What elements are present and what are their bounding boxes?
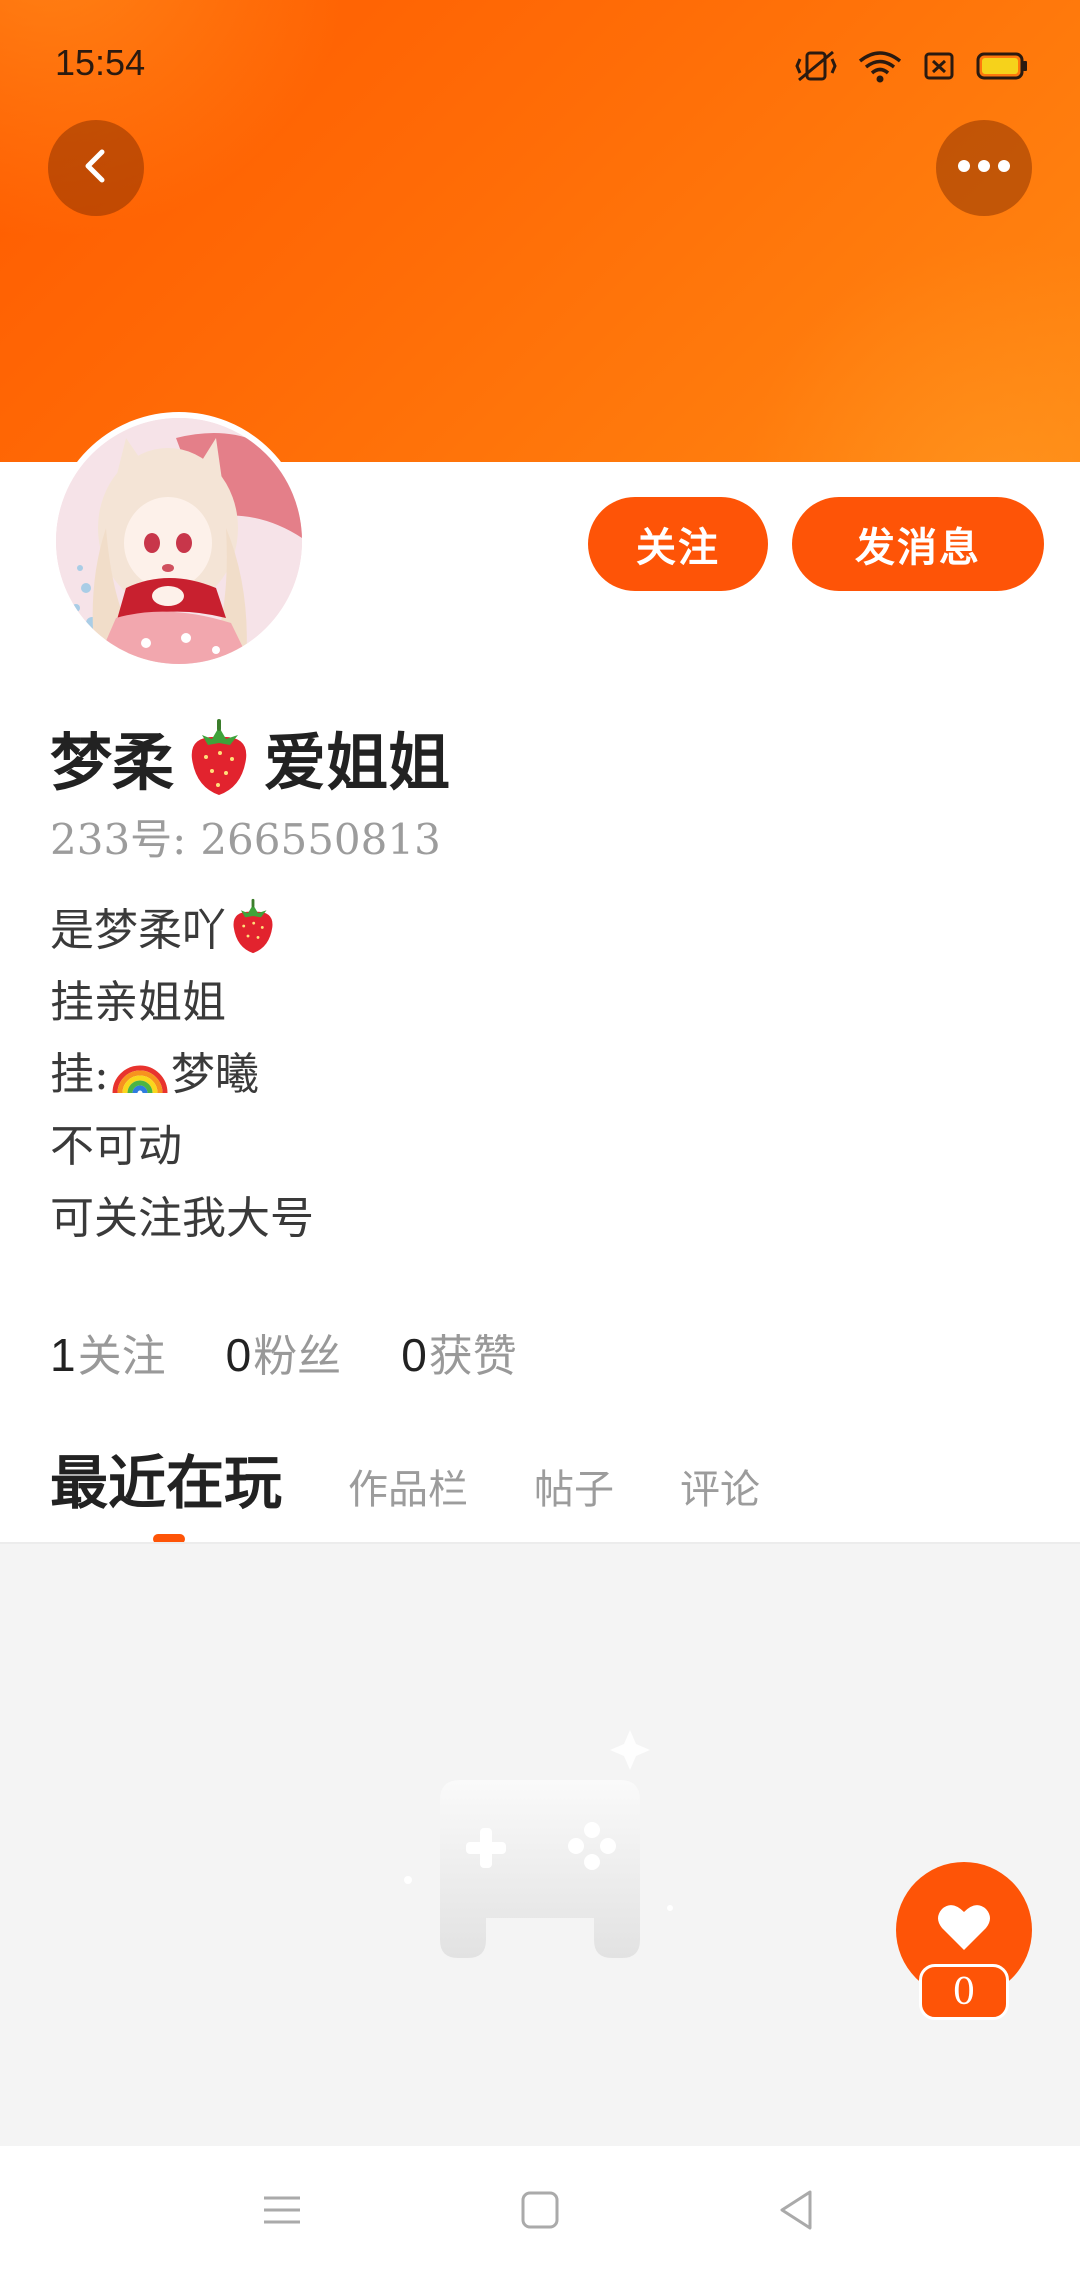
back-button[interactable] <box>48 120 144 216</box>
bio-text: 梦曦 <box>170 1049 259 1100</box>
stat-label: 粉丝 <box>253 1331 342 1382</box>
username: 梦柔 爱姐姐 <box>50 712 450 802</box>
gamepad-icon <box>380 1690 700 1970</box>
tab-works[interactable]: 作品栏 <box>348 1457 468 1515</box>
stat-value: 0 <box>401 1329 427 1381</box>
sim-card-icon <box>922 49 956 83</box>
strawberry-icon <box>228 897 278 955</box>
profile-tabs: 最近在玩 作品栏 帖子 评论 <box>50 1436 760 1520</box>
chevron-left-icon <box>76 146 116 190</box>
strawberry-icon <box>184 717 254 797</box>
stat-followers[interactable]: 0 粉丝 <box>226 1320 342 1384</box>
stat-label: 获赞 <box>428 1331 517 1382</box>
nav-menu-button[interactable] <box>250 2180 314 2244</box>
profile-stats: 1 关注 0 粉丝 0 获赞 <box>50 1320 517 1384</box>
tab-comments[interactable]: 评论 <box>680 1457 760 1515</box>
username-part1: 梦柔 <box>50 726 175 799</box>
bio: 是梦柔吖 挂亲姐姐 挂: 梦曦 不可动 可关注我大号 <box>50 890 1030 1250</box>
nav-home-button[interactable] <box>508 2180 572 2244</box>
nav-back-button[interactable] <box>764 2180 828 2244</box>
avatar[interactable] <box>50 412 308 670</box>
more-dots-icon <box>954 158 1014 178</box>
status-bar: 15:54 <box>0 0 1080 120</box>
system-nav-bar <box>0 2146 1080 2280</box>
user-id-label: 233号: <box>50 815 187 864</box>
stat-label: 关注 <box>77 1331 166 1382</box>
bio-line: 可关注我大号 <box>50 1193 314 1244</box>
stat-value: 1 <box>50 1329 76 1381</box>
stat-value: 0 <box>225 1329 252 1381</box>
status-icons <box>794 46 1028 86</box>
rainbow-icon <box>111 1043 169 1097</box>
tab-posts[interactable]: 帖子 <box>534 1457 614 1515</box>
status-time: 15:54 <box>55 42 146 83</box>
bio-text: 是梦柔吖 <box>50 905 226 956</box>
bio-line: 挂亲姐姐 <box>50 977 226 1028</box>
back-triangle-icon <box>776 2188 816 2236</box>
bio-text: 挂: <box>50 1049 109 1100</box>
bio-line: 不可动 <box>50 1121 182 1172</box>
bio-line: 挂: 梦曦 <box>50 1034 1030 1106</box>
stat-likes[interactable]: 0 获赞 <box>401 1320 517 1384</box>
follow-button[interactable]: 关注 <box>588 497 768 591</box>
send-message-button[interactable]: 发消息 <box>792 497 1044 591</box>
more-options-button[interactable] <box>936 120 1032 216</box>
bio-line: 是梦柔吖 <box>50 890 1030 962</box>
tab-recently-played[interactable]: 最近在玩 <box>50 1436 282 1520</box>
mute-vibrate-icon <box>794 49 838 83</box>
banner-decoration <box>740 240 1080 462</box>
username-part2: 爱姐姐 <box>264 726 451 799</box>
user-id: 233号: 266550813 <box>50 806 441 867</box>
menu-icon <box>262 2192 302 2232</box>
like-count-badge: 0 <box>919 1964 1009 2020</box>
user-id-value: 266550813 <box>200 815 441 864</box>
wifi-icon <box>858 49 902 83</box>
battery-icon <box>976 49 1028 83</box>
stat-following[interactable]: 1 关注 <box>50 1320 166 1384</box>
heart-icon <box>936 1902 992 1956</box>
home-square-icon <box>520 2190 560 2234</box>
